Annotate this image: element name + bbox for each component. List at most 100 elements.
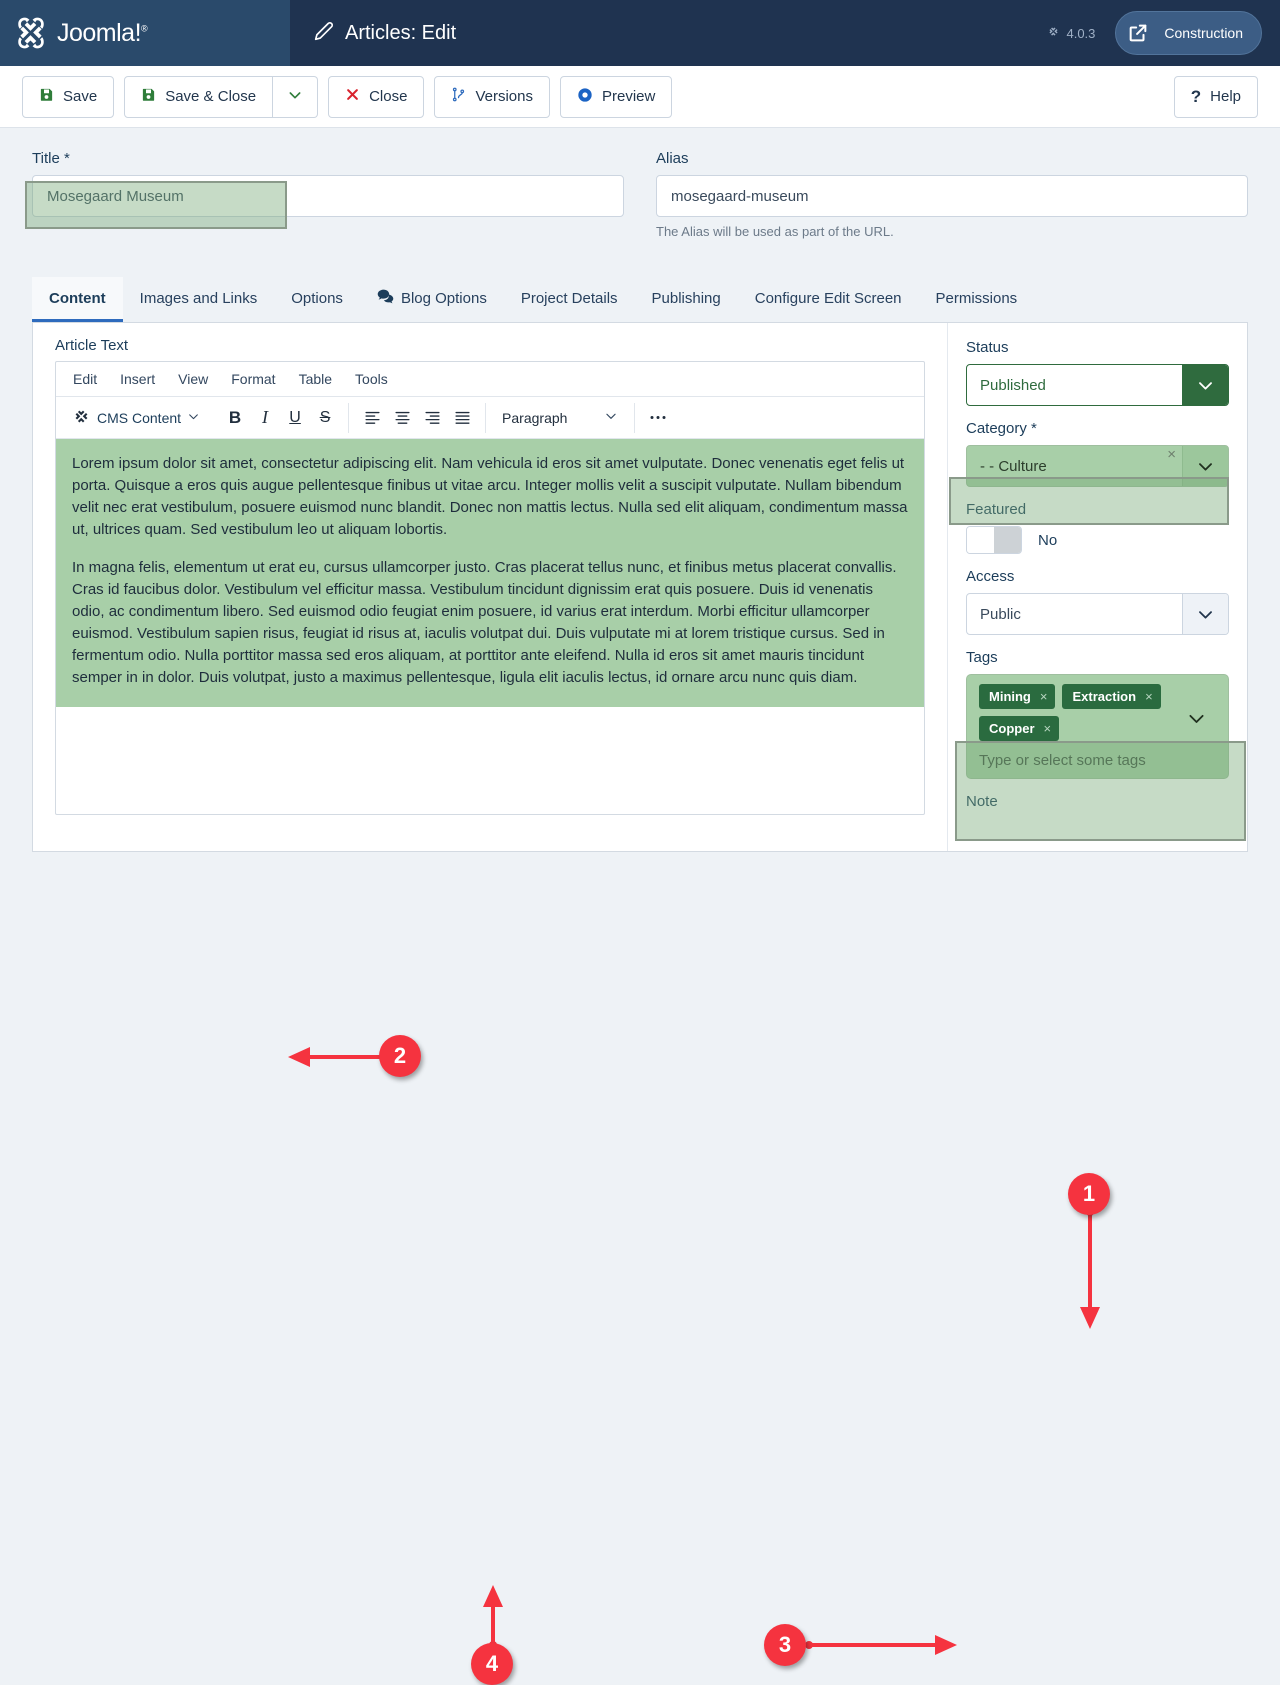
close-button[interactable]: Close <box>328 75 425 118</box>
tab-label: Project Details <box>520 290 618 307</box>
align-justify-button[interactable] <box>447 403 477 433</box>
tab-options[interactable]: Options <box>274 277 360 322</box>
underline-button[interactable]: U <box>280 403 310 433</box>
align-center-button[interactable] <box>387 403 417 433</box>
cms-content-group[interactable]: CMS Content <box>60 397 212 438</box>
save-button[interactable]: Save <box>22 75 115 118</box>
joomla-mark-icon <box>72 407 91 429</box>
chevron-down-icon <box>1182 446 1228 486</box>
tab-configure-edit-screen[interactable]: Configure Edit Screen <box>738 277 919 322</box>
category-value: - - Culture <box>980 457 1047 475</box>
tags-field[interactable]: Mining × Extraction × Copper × Type or s… <box>966 674 1229 779</box>
toggle-track <box>994 527 1021 553</box>
joomla-logo[interactable]: Joomla!® <box>14 16 148 50</box>
tab-publishing[interactable]: Publishing <box>635 277 738 322</box>
preview-label: Preview <box>602 88 656 105</box>
save-label: Save <box>63 88 98 105</box>
cms-content-label: CMS Content <box>97 409 182 426</box>
chevron-down-icon <box>187 410 200 426</box>
menu-edit[interactable]: Edit <box>64 368 106 390</box>
tag-chip[interactable]: Mining × <box>979 684 1056 709</box>
status-select[interactable]: Published <box>966 364 1229 406</box>
question-mark-icon: ? <box>1190 86 1202 106</box>
alias-value: mosegaard-museum <box>671 187 809 205</box>
alias-field-group: Alias mosegaard-museum The Alias will be… <box>656 150 1248 239</box>
code-branch-icon <box>451 86 466 107</box>
article-text-label: Article Text <box>55 337 129 354</box>
tab-label: Permissions <box>935 290 1018 307</box>
tab-project-details[interactable]: Project Details <box>504 277 635 322</box>
version-indicator: 4.0.3 <box>1047 25 1095 41</box>
close-label: Close <box>369 88 408 105</box>
align-right-button[interactable] <box>417 403 447 433</box>
alias-help-text: The Alias will be used as part of the UR… <box>656 224 894 239</box>
alias-label: Alias <box>656 150 689 167</box>
featured-toggle[interactable] <box>966 526 1022 554</box>
category-select[interactable]: - - Culture × <box>966 445 1229 487</box>
menu-table[interactable]: Table <box>290 368 341 390</box>
tinymce-editor: Edit Insert View Format Table Tools CMS <box>55 361 925 815</box>
tab-images-and-links[interactable]: Images and Links <box>123 277 275 322</box>
menu-label: Tools <box>355 371 388 387</box>
marker-number: 1 <box>1082 1181 1096 1206</box>
content-panel: Article Text Edit Insert View Format Tab… <box>32 323 1248 852</box>
tag-chip[interactable]: Extraction × <box>1062 684 1161 709</box>
menu-insert[interactable]: Insert <box>111 368 164 390</box>
cms-content-button[interactable]: CMS Content <box>68 407 204 429</box>
header-bar: Articles: Edit 4.0.3 Construction <box>290 0 1280 66</box>
overflow-group <box>635 397 681 438</box>
annotation-arrow-1 <box>1080 1208 1100 1329</box>
annotation-marker-4: 4 <box>471 1643 513 1685</box>
preview-button[interactable]: Preview <box>560 75 673 118</box>
action-toolbar: Save Save & Close Close Versions Preview… <box>0 66 1280 128</box>
tab-blog-options[interactable]: Blog Options <box>360 277 504 322</box>
joomla-small-icon <box>1047 25 1060 41</box>
chevron-down-icon[interactable] <box>1174 684 1218 769</box>
visit-site-button[interactable]: Construction <box>1115 11 1262 55</box>
category-label: Category * <box>966 420 1037 437</box>
brand-area[interactable]: Joomla!® <box>0 0 290 66</box>
joomla-mark-icon <box>14 16 48 50</box>
marker-number: 4 <box>485 1651 499 1676</box>
title-input[interactable]: Mosegaard Museum <box>32 175 624 217</box>
toggle-knob <box>967 527 994 553</box>
annotation-arrow-3 <box>805 1635 957 1655</box>
remove-tag-icon[interactable]: × <box>1044 721 1052 736</box>
help-button[interactable]: ? Help <box>1173 75 1258 118</box>
tags-input[interactable]: Type or select some tags <box>979 752 1174 769</box>
tab-label: Publishing <box>651 290 721 307</box>
strikethrough-button[interactable]: S <box>310 403 340 433</box>
primary-fields-row: Title * Mosegaard Museum Alias mosegaard… <box>0 128 1280 239</box>
tab-permissions[interactable]: Permissions <box>919 277 1035 322</box>
access-select[interactable]: Public <box>966 593 1229 635</box>
menu-label: Insert <box>120 371 156 387</box>
floppy-icon <box>39 87 54 106</box>
versions-button[interactable]: Versions <box>434 75 550 118</box>
menu-tools[interactable]: Tools <box>346 368 397 390</box>
remove-tag-icon[interactable]: × <box>1145 689 1153 704</box>
annotation-arrow-4 <box>483 1585 503 1649</box>
remove-tag-icon[interactable]: × <box>1040 689 1048 704</box>
help-label: Help <box>1210 88 1241 105</box>
close-x-icon <box>345 87 360 106</box>
tab-content[interactable]: Content <box>32 277 123 322</box>
clear-category-icon[interactable]: × <box>1167 446 1176 486</box>
paragraph-format-select[interactable]: Paragraph <box>494 403 626 433</box>
save-and-close-button[interactable]: Save & Close <box>124 75 274 118</box>
save-dropdown-button[interactable] <box>273 75 319 118</box>
tab-label: Blog Options <box>400 290 487 307</box>
chevron-down-icon <box>1182 365 1228 405</box>
status-label: Status <box>966 339 1009 356</box>
menu-format[interactable]: Format <box>222 368 284 390</box>
more-options-button[interactable] <box>643 403 673 433</box>
align-left-button[interactable] <box>357 403 387 433</box>
alias-input[interactable]: mosegaard-museum <box>656 175 1248 217</box>
bold-button[interactable]: B <box>220 403 250 433</box>
menu-label: Edit <box>73 371 98 387</box>
tab-label: Images and Links <box>139 290 258 307</box>
menu-view[interactable]: View <box>169 368 217 390</box>
italic-button[interactable]: I <box>250 403 280 433</box>
tag-chip[interactable]: Copper × <box>979 716 1060 741</box>
article-text-body[interactable]: Lorem ipsum dolor sit amet, consectetur … <box>56 439 924 814</box>
save-and-close-label: Save & Close <box>165 88 257 105</box>
